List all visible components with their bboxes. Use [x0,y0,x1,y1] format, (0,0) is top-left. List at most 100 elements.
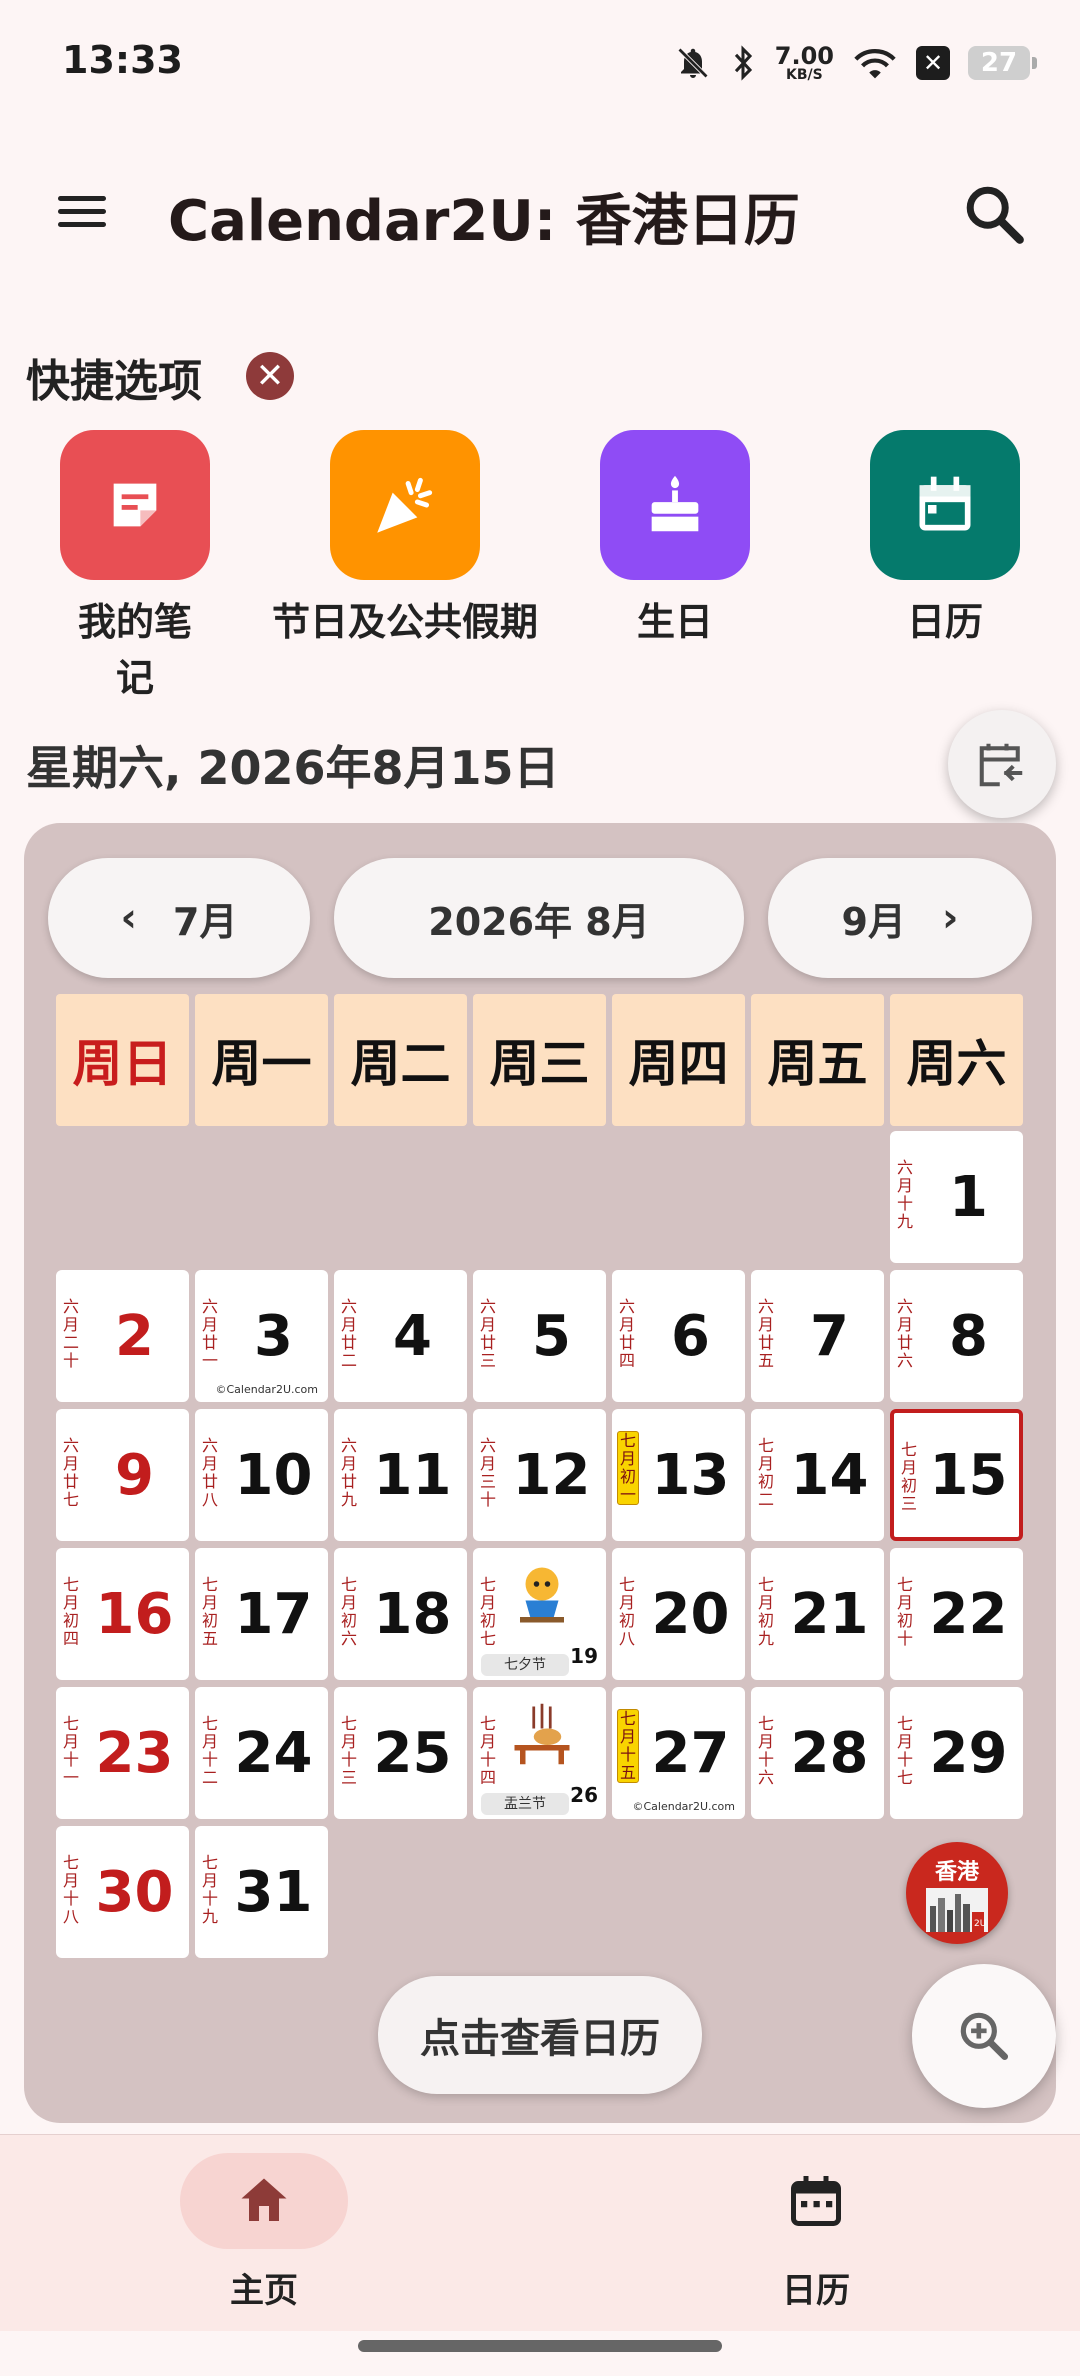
day-cell[interactable]: 六月廿二 4 [334,1270,467,1402]
festival-label: 七夕节 [481,1654,569,1676]
quick-options-title: 快捷选项 [26,356,202,407]
cake-icon [600,430,750,580]
day-cell[interactable]: 七月初二 14 [751,1409,884,1541]
day-cell[interactable]: 七月初八 20 [612,1548,745,1680]
current-month-label: 2026年 8月 [428,899,650,944]
quick-option-birthday[interactable]: 生日 [600,430,750,650]
zoom-in-button[interactable] [912,1964,1056,2108]
weekday-label: 周六 [890,994,1023,1126]
lunar-date: 七月十三 [340,1714,357,1787]
calendar-import-icon [979,743,1023,787]
day-number: 18 [373,1581,452,1647]
festival-label: 盂兰节 [481,1793,569,1815]
day-cell[interactable]: 六月廿七 9 [56,1409,189,1541]
watermark: ©Calendar2U.com [215,1383,318,1396]
lunar-date: 七月初六 [340,1575,357,1648]
quick-option-calendar[interactable]: 日历 [870,430,1020,650]
lunar-date: 七月初十 [896,1575,913,1648]
day-number: 23 [95,1720,174,1786]
weekday-label: 周三 [473,994,606,1126]
lunar-date: 六月廿三 [479,1297,496,1370]
day-number: 8 [949,1303,988,1369]
day-cell[interactable]: 六月三十 12 [473,1409,606,1541]
lunar-date: 六月十九 [896,1158,913,1231]
day-number: 31 [234,1859,313,1925]
day-cell[interactable]: 七月十一 23 [56,1687,189,1819]
prev-month-button[interactable]: ‹ 7月 [48,858,310,978]
day-number: 28 [790,1720,869,1786]
quick-option-label: 节日及公共假期 [271,600,538,644]
day-cell[interactable]: 七月初五 17 [195,1548,328,1680]
day-cell[interactable]: 六月廿三 5 [473,1270,606,1402]
day-cell[interactable]: 六月廿八 10 [195,1409,328,1541]
skyline-icon: 2U [926,1888,988,1932]
menu-icon[interactable] [50,188,118,242]
quick-option-holidays[interactable]: 节日及公共假期 [270,430,540,650]
day-cell[interactable]: 七月初六 18 [334,1548,467,1680]
day-cell[interactable]: 七月十九 31 [195,1826,328,1958]
note-icon [60,430,210,580]
search-icon[interactable] [960,180,1030,250]
day-cell[interactable]: 七月初十 22 [890,1548,1023,1680]
current-month-button[interactable]: 2026年 8月 [334,858,744,978]
day-cell[interactable]: 七月十四 盂兰节 26 [473,1687,606,1819]
lunar-date: 六月廿一 [201,1297,218,1370]
ghost-festival-icon [514,1703,570,1765]
lunar-date: 七月初二 [757,1436,774,1509]
day-number: 26 [570,1783,598,1807]
lunar-date: 六月廿二 [340,1297,357,1370]
lunar-date: 七月十六 [757,1714,774,1787]
day-cell[interactable]: 七月十二 24 [195,1687,328,1819]
party-icon [330,430,480,580]
day-number: 1 [949,1164,988,1230]
nav-item-calendar[interactable]: 日历 [646,2153,986,2312]
day-cell[interactable]: 六月十九 1 [890,1131,1023,1263]
battery-icon: 27 [968,46,1037,80]
day-cell[interactable]: 六月廿九 11 [334,1409,467,1541]
day-number: 4 [393,1303,432,1369]
quick-option-notes[interactable]: 我的笔记 [60,430,210,706]
day-cell[interactable]: 六月廿四 6 [612,1270,745,1402]
chevron-left-icon: ‹ [120,895,138,941]
day-cell[interactable]: 七月十五 27 ©Calendar2U.com [612,1687,745,1819]
day-number: 16 [95,1581,174,1647]
day-cell[interactable]: 七月十八 30 [56,1826,189,1958]
day-cell[interactable]: 七月十六 28 [751,1687,884,1819]
day-cell[interactable]: 七月初一 13 [612,1409,745,1541]
app-title: Calendar2U: 香港日历 [168,189,800,254]
day-cell[interactable]: 六月廿一 3 ©Calendar2U.com [195,1270,328,1402]
weekday-label: 周二 [334,994,467,1126]
hong-kong-region-button[interactable]: 香港 2U [906,1842,1008,1944]
import-calendar-button[interactable] [948,710,1056,818]
weekday-label: 周四 [612,994,745,1126]
gesture-home-bar[interactable] [358,2340,722,2352]
day-number: 5 [532,1303,571,1369]
day-cell[interactable]: 七月初四 16 [56,1548,189,1680]
day-cell[interactable]: 六月廿五 7 [751,1270,884,1402]
calendar-icon [870,430,1020,580]
day-cell[interactable]: 六月廿六 8 [890,1270,1023,1402]
calendar-icon [732,2153,900,2249]
home-icon [180,2153,348,2249]
qixi-festival-icon [520,1567,564,1623]
day-cell[interactable]: 六月二十 2 [56,1270,189,1402]
zoom-in-icon [960,2012,1009,2061]
day-number: 7 [810,1303,849,1369]
lunar-date: 六月二十 [62,1297,79,1370]
lunar-date: 七月十八 [62,1853,79,1926]
lunar-date: 七月初七 [479,1575,496,1648]
nav-item-home[interactable]: 主页 [94,2153,434,2312]
lunar-date: 六月廿四 [618,1297,635,1370]
day-cell[interactable]: 七月初九 21 [751,1548,884,1680]
network-speed: 7.00 KB/S [775,44,834,82]
lunar-date: 七月初三 [900,1440,917,1513]
wifi-icon [854,49,896,79]
close-quick-options-icon[interactable]: ✕ [246,352,294,400]
view-calendar-button[interactable]: 点击查看日历 [378,1976,702,2094]
day-cell[interactable]: 七月初七 七夕节 19 [473,1548,606,1680]
day-cell[interactable]: 七月十七 29 [890,1687,1023,1819]
day-cell[interactable]: 七月十三 25 [334,1687,467,1819]
day-cell[interactable]: 七月初三 15 [890,1409,1023,1541]
day-number: 25 [373,1720,452,1786]
next-month-button[interactable]: 9月 › [768,858,1032,978]
